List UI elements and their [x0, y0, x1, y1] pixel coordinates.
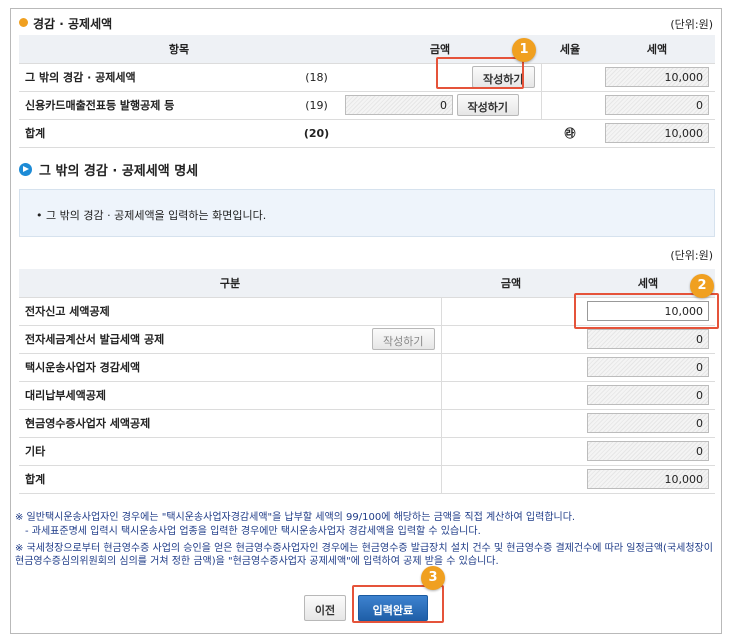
row-label: 합계	[19, 119, 294, 148]
row-label: 신용카드매출전표등 발행공제 등	[19, 91, 294, 120]
highlight-box-step3	[352, 585, 444, 623]
rate-symbol: ㉱	[541, 119, 599, 148]
info-text: • 그 밖의 경감 · 공제세액을 입력하는 화면입니다.	[36, 209, 267, 222]
row-label: 기타	[19, 437, 441, 466]
table-row: 현금영수증사업자 세액공제 0	[19, 409, 715, 438]
row-label: 대리납부세액공제	[19, 381, 441, 410]
row-label: 합계	[19, 465, 441, 494]
info-box: • 그 밖의 경감 · 공제세액을 입력하는 화면입니다.	[19, 189, 715, 237]
tax-value: 0	[605, 95, 709, 115]
bullet-icon	[19, 18, 28, 27]
table-row: 전자세금계산서 발급세액 공제 작성하기 0	[19, 325, 715, 354]
arrow-circle-icon	[19, 163, 32, 176]
tax-value: 0	[587, 329, 709, 349]
amount-value: 0	[345, 95, 453, 115]
header-amount: 금액	[441, 269, 581, 298]
table-row-total: 합계 10,000	[19, 465, 715, 494]
write-button-card-deduction[interactable]: 작성하기	[456, 94, 519, 116]
tax-value: 0	[587, 357, 709, 377]
note-text: - 과세표준명세 입력시 택시운송사업 업종을 입력한 경우에만 택시운송사업자…	[25, 526, 481, 537]
table-row: 신용카드매출전표등 발행공제 등 (19) 0 작성하기 0	[19, 91, 715, 120]
row-code: (20)	[294, 119, 339, 148]
table-row: 기타 0	[19, 437, 715, 466]
prev-button[interactable]: 이전	[303, 595, 347, 621]
table-row: 택시운송사업자 경감세액 0	[19, 353, 715, 382]
tax-value: 10,000	[605, 123, 709, 143]
highlight-box-step1	[436, 57, 524, 89]
row-label: 전자세금계산서 발급세액 공제	[19, 325, 279, 354]
tax-value: 10,000	[605, 67, 709, 87]
tax-value: 10,000	[587, 469, 709, 489]
tax-value: 0	[587, 413, 709, 433]
header-item: 항목	[19, 35, 339, 64]
row-label: 현금영수증사업자 세액공제	[19, 409, 441, 438]
detail-section-title: 그 밖의 경감 · 공제세액 명세	[39, 164, 199, 179]
tax-value: 0	[587, 385, 709, 405]
row-label: 전자신고 세액공제	[19, 297, 441, 326]
write-button-e-invoice[interactable]: 작성하기	[372, 328, 435, 350]
highlight-box-step2	[574, 293, 719, 329]
deduction-summary-table: 항목 금액 세율 세액 그 밖의 경감 · 공제세액 (18) 작성하기 10,…	[19, 35, 715, 148]
section-title: 경감 · 공제세액	[33, 17, 113, 31]
header-tax: 세액	[599, 35, 715, 64]
table-row: 대리납부세액공제 0	[19, 381, 715, 410]
step-badge-1: 1	[512, 38, 536, 62]
table-row-total: 합계 (20) ㉱ 10,000	[19, 119, 715, 148]
note-text: ※ 국세청장으로부터 현금영수증 사업의 승인을 얻은 현금영수증사업자인 경우…	[15, 543, 713, 567]
step-badge-3: 3	[421, 566, 445, 590]
row-code: (19)	[294, 91, 339, 120]
table-row: 그 밖의 경감 · 공제세액 (18) 작성하기 10,000	[19, 63, 715, 92]
row-code: (18)	[294, 63, 339, 92]
row-label: 그 밖의 경감 · 공제세액	[19, 63, 294, 92]
section-header-deduction: 경감 · 공제세액 (단위:원)	[19, 13, 713, 33]
header-rate: 세율	[541, 35, 599, 64]
header-category: 구분	[19, 269, 441, 298]
table-header-row: 항목 금액 세율 세액	[19, 35, 715, 64]
notes: ※ 일반택시운송사업자인 경우에는 "택시운송사업자경감세액"을 납부할 세액의…	[15, 511, 719, 572]
note-text: ※ 일반택시운송사업자인 경우에는 "택시운송사업자경감세액"을 납부할 세액의…	[15, 512, 576, 523]
unit-label-detail: (단위:원)	[670, 249, 713, 262]
unit-label: (단위:원)	[670, 18, 713, 31]
row-label: 택시운송사업자 경감세액	[19, 353, 441, 382]
step-badge-2: 2	[690, 274, 714, 298]
tax-value: 0	[587, 441, 709, 461]
